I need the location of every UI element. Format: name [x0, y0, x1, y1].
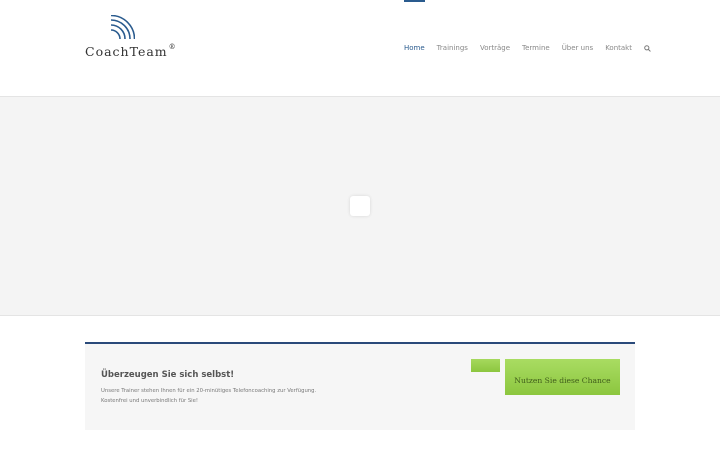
main-nav: Home Trainings Vorträge Termine Über uns…	[398, 0, 658, 97]
brand-name: CoachTeam	[85, 44, 168, 59]
search-icon	[644, 45, 652, 53]
logo[interactable]: CoachTeam®	[85, 15, 177, 60]
signal-waves-icon	[110, 15, 135, 40]
nav-search-button[interactable]	[638, 0, 658, 97]
cta-button[interactable]: Nutzen Sie diese Chance	[505, 359, 620, 395]
loader-icon	[350, 196, 370, 216]
cta-title: Überzeugen Sie sich selbst!	[101, 370, 235, 380]
nav-item-vortraege[interactable]: Vorträge	[474, 0, 516, 97]
hero-slider	[0, 97, 720, 316]
nav-item-termine[interactable]: Termine	[516, 0, 556, 97]
site-header: CoachTeam® Home Trainings Vorträge Termi…	[0, 0, 720, 97]
call-to-action-box: Überzeugen Sie sich selbst! Unsere Train…	[85, 342, 635, 430]
nav-item-trainings[interactable]: Trainings	[431, 0, 474, 97]
cta-secondary-button[interactable]	[471, 359, 500, 372]
cta-text-line-1: Unsere Trainer stehen Ihnen für ein 20-m…	[101, 388, 317, 394]
cta-button-label: Nutzen Sie diese Chance	[514, 376, 611, 385]
logo-text: CoachTeam®	[85, 43, 177, 59]
registered-mark: ®	[168, 43, 177, 51]
nav-item-kontakt[interactable]: Kontakt	[599, 0, 638, 97]
cta-text-line-2: Kostenfrei und unverbindlich für Sie!	[101, 398, 199, 404]
nav-item-ueber-uns[interactable]: Über uns	[556, 0, 600, 97]
nav-item-home[interactable]: Home	[398, 0, 431, 97]
